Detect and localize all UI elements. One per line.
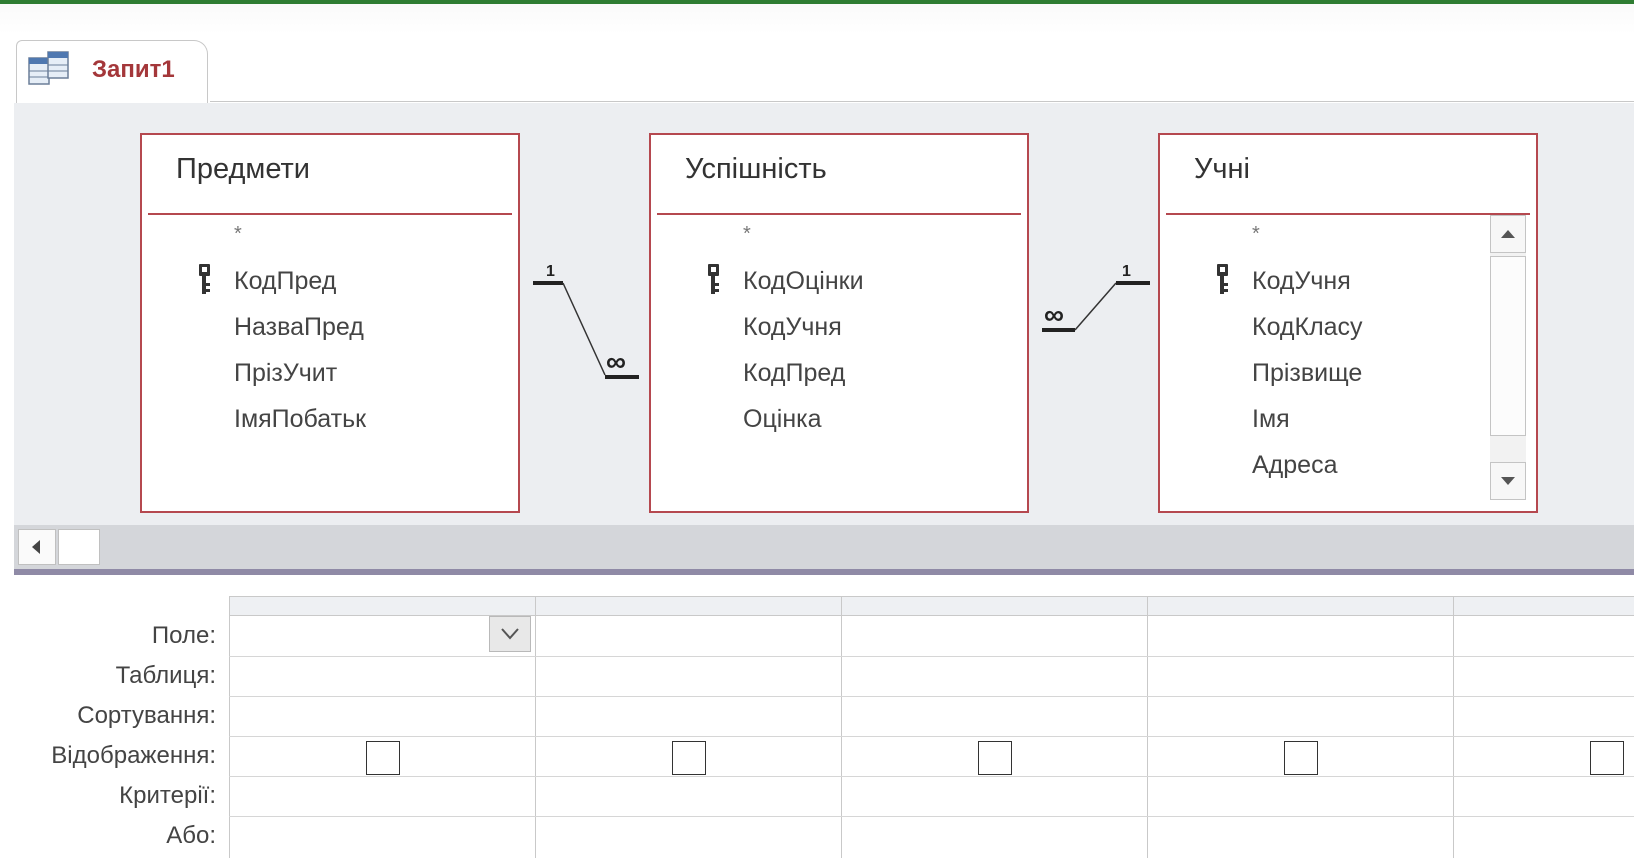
field-item[interactable]: Прізвище [1252,359,1362,388]
document-tab-title[interactable]: Запит1 [92,56,175,84]
grid-row-divider [229,816,1634,817]
grid-column-divider [229,596,230,858]
grid-row-divider [229,776,1634,777]
field-list-uspishnist[interactable]: Успішність * КодОцінки КодУчня КодПред О… [649,133,1029,513]
design-area-hscrollbar[interactable] [14,525,1634,569]
grid-row-label-criteria: Критерії: [119,782,216,809]
field-item[interactable]: ІмяПобатьк [234,405,366,434]
query-design-icon [28,51,69,85]
tab-strip-line [210,101,1634,102]
grid-column-divider [1147,596,1148,858]
field-list-scrollbar[interactable] [1490,215,1526,500]
field-item[interactable]: КодОцінки [743,267,864,296]
table-title-divider [148,213,512,215]
grid-row-label-sort: Сортування: [77,702,216,729]
field-item[interactable]: КодПред [743,359,845,388]
primary-key-icon [199,264,210,294]
grid-row-divider [229,736,1634,737]
table-title-divider [1166,213,1530,215]
grid-row-label-table: Таблиця: [115,662,216,689]
field-item[interactable]: КодУчня [743,313,842,342]
hscroll-thumb[interactable] [58,529,100,565]
field-item[interactable]: Адреса [1252,451,1337,480]
scroll-down-icon [1501,477,1515,485]
ribbon-shade [0,4,1634,34]
dropdown-chevron-icon [501,628,519,640]
field-list-predmety[interactable]: Предмети * КодПред НазваПред ПрізУчит Ім… [140,133,520,513]
field-list-uchni[interactable]: Учні * КодУчня КодКласу Прізвище Імя Адр… [1158,133,1538,513]
grid-row-label-field: Поле: [151,622,216,649]
field-all[interactable]: * [743,223,751,246]
show-checkbox[interactable] [1284,741,1318,775]
scroll-thumb[interactable] [1490,256,1526,436]
grid-row-label-show: Відображення: [51,742,216,769]
field-item[interactable]: КодКласу [1252,313,1363,342]
table-title[interactable]: Учні [1194,153,1250,186]
scroll-down-button[interactable] [1490,462,1526,500]
primary-key-icon [1217,264,1228,294]
grid-row-label-or: Або: [166,822,216,849]
grid-column-selector-bar[interactable] [229,596,1634,616]
field-item[interactable]: НазваПред [234,313,364,342]
field-item[interactable]: КодПред [234,267,336,296]
show-checkbox[interactable] [978,741,1012,775]
grid-column-divider [1453,596,1454,858]
show-checkbox[interactable] [1590,741,1624,775]
scroll-up-button[interactable] [1490,215,1526,253]
field-all[interactable]: * [1252,223,1260,246]
show-checkbox[interactable] [366,741,400,775]
field-dropdown-button[interactable] [489,616,531,652]
grid-row-divider [229,656,1634,657]
field-item[interactable]: КодУчня [1252,267,1351,296]
scroll-left-icon [32,540,40,554]
primary-key-icon [708,264,719,294]
grid-column-divider [535,596,536,858]
table-title-divider [657,213,1021,215]
show-checkbox[interactable] [672,741,706,775]
field-item[interactable]: Імя [1252,405,1290,434]
field-all[interactable]: * [234,223,242,246]
grid-row-divider [229,696,1634,697]
table-title[interactable]: Успішність [685,153,827,186]
scroll-left-button[interactable] [18,529,56,565]
table-title[interactable]: Предмети [176,153,310,186]
field-item[interactable]: ПрізУчит [234,359,337,388]
grid-column-divider [841,596,842,858]
field-item[interactable]: Оцінка [743,405,822,434]
scroll-up-icon [1501,230,1515,238]
